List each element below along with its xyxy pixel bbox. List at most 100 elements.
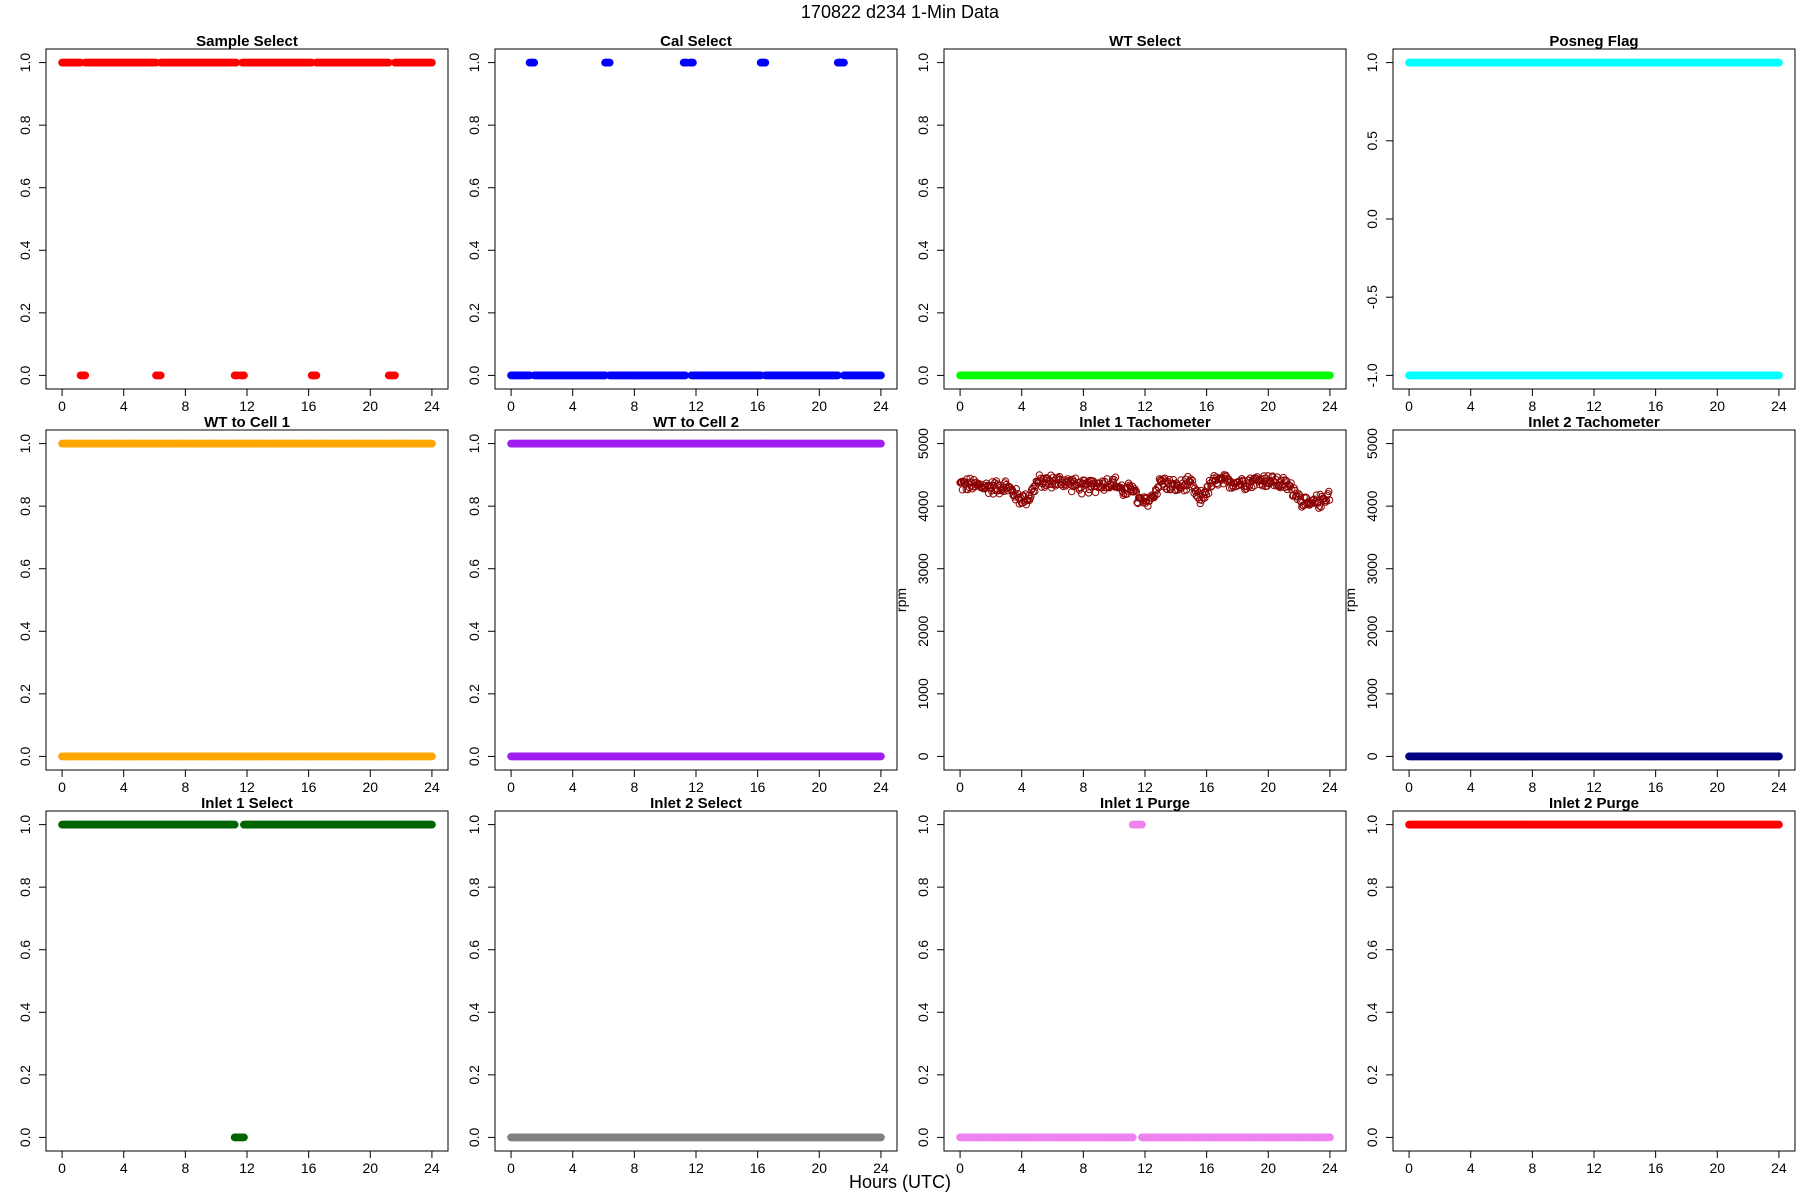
y-tick-label: 0.2 [17, 303, 33, 323]
x-tick-label: 12 [239, 779, 255, 795]
data-point [840, 58, 848, 67]
x-tick-label: 20 [811, 398, 827, 414]
y-tick-label: -0.5 [1364, 285, 1380, 309]
x-tick-label: 24 [424, 779, 440, 795]
data-series [956, 471, 1334, 512]
panel: WT to Cell 10 4 8 12 16 20 240.00.20.40.60.81.… [17, 414, 449, 795]
x-tick-label: 0 [58, 779, 66, 795]
y-tick-label: 0.4 [466, 240, 482, 260]
panel: Cal Select0 4 8 12 16 20 240.00.20.40.60.81.0 [466, 33, 898, 414]
y-tick-label: 0.4 [466, 621, 482, 641]
y-tick-label: 1.0 [915, 53, 931, 73]
panel-title: Inlet 1 Tachometer [1079, 414, 1211, 431]
x-tick-label: 12 [1137, 779, 1153, 795]
y-tick-label: 0.0 [17, 746, 33, 766]
panel: Inlet 1 Tachometer0 4 8 12 16 20 2401000200030… [893, 414, 1347, 795]
y-tick-label: 1.0 [17, 434, 33, 454]
y-tick-label: 0.0 [466, 746, 482, 766]
data-point [877, 752, 885, 761]
x-tick-label: 24 [873, 779, 889, 795]
plot-frame [494, 48, 898, 390]
x-tick-label: 0 [507, 779, 515, 795]
data-point [1326, 371, 1334, 380]
y-tick-label: 0.8 [466, 115, 482, 135]
y-tick-label: 0.0 [915, 365, 931, 385]
x-tick-label: 4 [1467, 398, 1475, 414]
panel-title: Cal Select [660, 33, 732, 50]
plot-frame [45, 48, 449, 390]
x-tick-label: 20 [1260, 398, 1276, 414]
y-tick-label: 4000 [915, 490, 931, 521]
x-tick-label: 4 [120, 398, 128, 414]
y-tick-label: 1.0 [466, 53, 482, 73]
y-tick-label: 0.2 [466, 303, 482, 323]
data-point [428, 439, 436, 448]
panel: Posneg Flag0 4 8 12 16 20 24-1.0-0.50.00.51.0 [1364, 33, 1796, 414]
data-point [1775, 58, 1783, 67]
x-tick-label: 24 [1322, 398, 1338, 414]
y-tick-label: 0.8 [17, 496, 33, 516]
plot-frame [1392, 48, 1796, 390]
y-tick-label: 5000 [915, 428, 931, 459]
x-tick-label: 8 [181, 779, 189, 795]
x-tick-label: 4 [1018, 398, 1026, 414]
y-axis-label: rpm [893, 588, 909, 612]
x-tick-label: 0 [956, 398, 964, 414]
data-series [507, 439, 885, 761]
panel-grid: Sample Select0 4 8 12 16 20 240.00.20.40.60.81… [17, 33, 1796, 1176]
x-tick-label: 20 [362, 398, 378, 414]
panel: WT to Cell 20 4 8 12 16 20 240.00.20.40.60.81.… [466, 414, 898, 795]
y-tick-label: 0.0 [17, 365, 33, 385]
plot-frame [943, 48, 1347, 390]
data-series [58, 58, 436, 380]
panel-title: Posneg Flag [1549, 33, 1638, 50]
data-point [240, 371, 248, 380]
figure: 170822 d234 1-Min Data Sample Select0 4 8 1… [17, 2, 1796, 1192]
x-tick-label: 24 [1322, 779, 1338, 795]
data-series [956, 371, 1334, 380]
data-point [428, 58, 436, 67]
x-tick-label: 4 [1018, 779, 1026, 795]
x-tick-label: 0 [507, 398, 515, 414]
x-tick-label: 0 [1405, 398, 1413, 414]
y-tick-label: 0.6 [915, 178, 931, 198]
page-title: 170822 d234 1-Min Data [801, 2, 1000, 22]
data-point [877, 439, 885, 448]
x-tick-label: 16 [301, 779, 317, 795]
x-tick-label: 8 [1079, 779, 1087, 795]
x-tick-label: 8 [630, 398, 638, 414]
x-tick-label: 4 [569, 779, 577, 795]
panel: Sample Select0 4 8 12 16 20 240.00.20.40.60.81… [17, 33, 449, 414]
panel-title: WT Select [1109, 33, 1181, 50]
x-tick-label: 12 [688, 779, 704, 795]
x-tick-label: 16 [750, 398, 766, 414]
y-tick-label: 0.4 [17, 621, 33, 641]
panel-title: WT to Cell 2 [653, 414, 739, 431]
data-point [312, 371, 321, 380]
x-tick-label: 16 [1199, 398, 1215, 414]
data-series [1405, 58, 1783, 380]
y-tick-label: 0.2 [915, 303, 931, 323]
y-tick-label: -1.0 [1364, 363, 1380, 387]
y-tick-label: 0.6 [466, 178, 482, 198]
y-tick-label: 0.6 [17, 178, 33, 198]
x-tick-label: 12 [1137, 398, 1153, 414]
x-tick-label: 16 [750, 779, 766, 795]
panel: WT Select0 4 8 12 16 20 240.00.20.40.60.81.0 [915, 33, 1347, 414]
x-tick-label: 20 [362, 779, 378, 795]
x-tick-label: 4 [120, 779, 128, 795]
y-tick-label: 1000 [915, 678, 931, 709]
data-point [530, 58, 539, 67]
y-tick-label: 1.0 [17, 53, 33, 73]
y-tick-label: 0.0 [466, 365, 482, 385]
x-tick-label: 0 [58, 398, 66, 414]
plot-frame [45, 429, 449, 771]
y-tick-label: 1.0 [1364, 53, 1380, 73]
data-point [156, 371, 165, 380]
y-tick-label: 0.5 [1364, 131, 1380, 151]
y-tick-label: 0.8 [466, 496, 482, 516]
x-tick-label: 8 [181, 398, 189, 414]
plot-frame [494, 429, 898, 771]
x-tick-label: 24 [1771, 398, 1787, 414]
data-point [391, 371, 399, 380]
